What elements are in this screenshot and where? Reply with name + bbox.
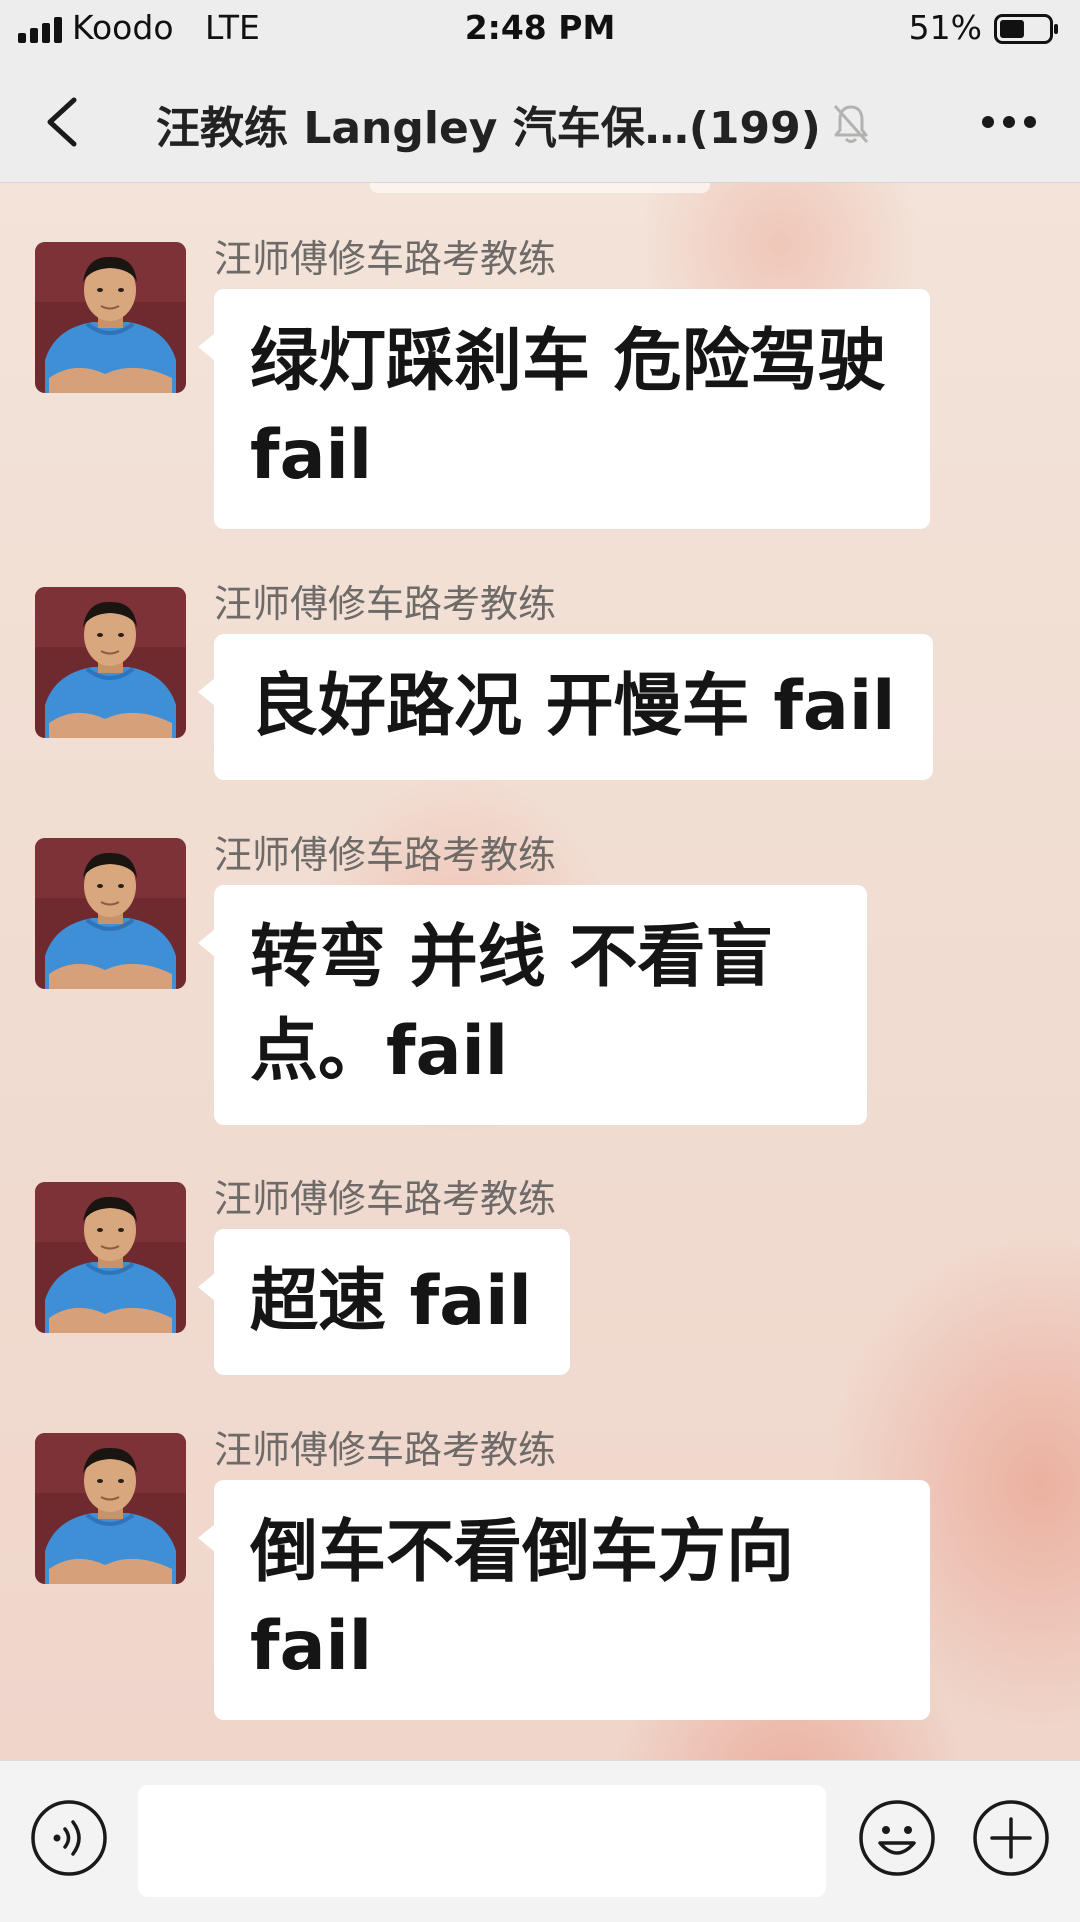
smiley-face-icon [859,1800,935,1876]
chat-header: 汪教练 Langley 汽车保…(199) [0,62,1080,183]
message-bubble[interactable]: 倒车不看倒车方向 fail [198,1480,930,1720]
more-button[interactable] [974,102,1044,142]
plus-circle-icon [973,1800,1049,1876]
chat-message-list[interactable]: 汪师傅修车路考教练 绿灯踩刹车 危险驾驶 fail 汪师傅修车路考教练 良好路况… [0,183,1080,1760]
muted-bell-icon [833,105,868,143]
avatar[interactable] [35,1182,186,1333]
avatar[interactable] [35,838,186,989]
sender-name: 汪师傅修车路考教练 [214,582,557,626]
message-bubble[interactable]: 超速 fail [198,1229,570,1375]
message-bubble[interactable]: 良好路况 开慢车 fail [197,634,934,780]
battery-percent: 51% [908,8,982,47]
message-bubble[interactable]: 绿灯踩刹车 危险驾驶 fail [198,289,930,529]
chat-title: 汪教练 Langley 汽车保…(199) [156,103,821,154]
avatar[interactable] [35,587,186,738]
avatar[interactable] [35,242,186,393]
message-bubble[interactable]: 转弯 并线 不看盲点。fail [198,885,867,1125]
sender-name: 汪师傅修车路考教练 [214,833,557,877]
sender-name: 汪师傅修车路考教练 [214,237,557,281]
voice-wave-icon [31,1800,107,1876]
voice-button[interactable] [30,1799,108,1877]
avatar[interactable] [35,1433,186,1584]
battery-icon [994,14,1058,44]
message-input[interactable] [138,1785,826,1897]
status-bar: Koodo LTE 2:48 PM 51% [0,0,1080,62]
previous-message-bubble [370,183,710,193]
chevron-left-icon [47,97,77,147]
more-dots-icon [982,116,1036,128]
sender-name: 汪师傅修车路考教练 [214,1428,557,1472]
plus-button[interactable] [972,1799,1050,1877]
battery-level-fill [1000,20,1024,38]
message-input-bar [0,1760,1080,1922]
emoji-button[interactable] [858,1799,936,1877]
sender-name: 汪师傅修车路考教练 [214,1177,557,1221]
back-button[interactable] [32,92,92,152]
chat-title-group[interactable]: 汪教练 Langley 汽车保…(199) [156,94,896,154]
